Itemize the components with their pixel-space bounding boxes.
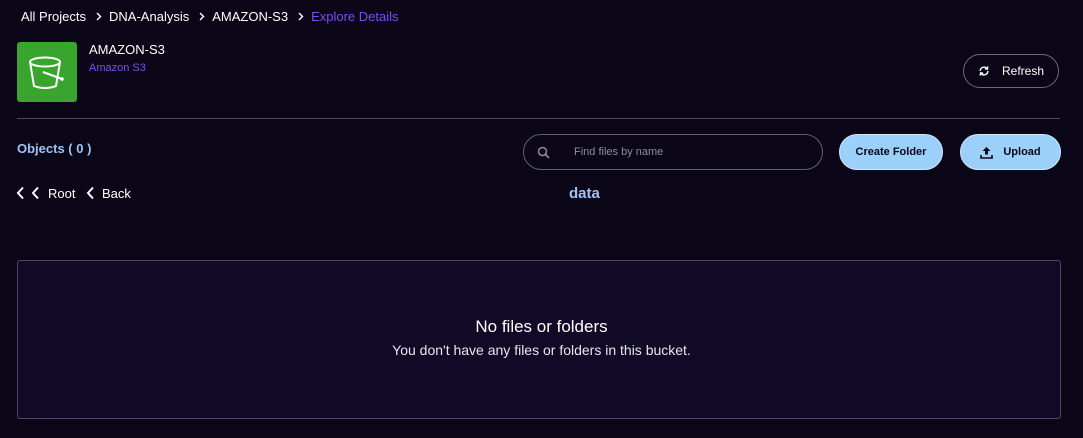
objects-count: Objects ( 0 ): [17, 141, 92, 156]
back-button[interactable]: Back: [86, 185, 131, 201]
chevron-left-icon: [86, 186, 96, 200]
bucket-title: AMAZON-S3: [89, 42, 165, 57]
search-input[interactable]: [572, 145, 806, 159]
chevron-right-icon: [96, 12, 102, 21]
search-box[interactable]: [523, 134, 823, 170]
root-button[interactable]: Root: [16, 185, 75, 201]
s3-bucket-icon: [17, 42, 77, 102]
files-panel: [17, 260, 1061, 419]
empty-state-message: You don't have any files or folders in t…: [392, 342, 691, 358]
upload-button[interactable]: Upload: [960, 134, 1061, 170]
chevron-right-icon: [298, 12, 304, 21]
create-folder-button[interactable]: Create Folder: [839, 134, 943, 170]
refresh-label: Refresh: [1001, 64, 1045, 78]
breadcrumb-all-projects[interactable]: All Projects: [21, 9, 86, 24]
double-chevron-left-icon: [16, 186, 42, 200]
current-folder-name: data: [569, 185, 600, 202]
breadcrumb-amazon-s3[interactable]: AMAZON-S3: [212, 9, 288, 24]
bucket-provider: Amazon S3: [89, 62, 146, 74]
refresh-icon: [978, 65, 990, 77]
breadcrumb: All Projects DNA-Analysis AMAZON-S3 Expl…: [21, 8, 399, 24]
empty-state-title: No files or folders: [475, 317, 608, 336]
upload-label: Upload: [1003, 146, 1041, 158]
upload-icon: [980, 146, 994, 159]
search-icon: [537, 146, 550, 159]
header-divider: [17, 118, 1060, 119]
refresh-button[interactable]: Refresh: [963, 54, 1059, 88]
create-folder-label: Create Folder: [855, 146, 927, 158]
chevron-right-icon: [199, 12, 205, 21]
root-label: Root: [48, 185, 76, 201]
breadcrumb-dna-analysis[interactable]: DNA-Analysis: [109, 9, 189, 24]
back-label: Back: [102, 185, 131, 201]
breadcrumb-explore-details: Explore Details: [311, 8, 399, 24]
